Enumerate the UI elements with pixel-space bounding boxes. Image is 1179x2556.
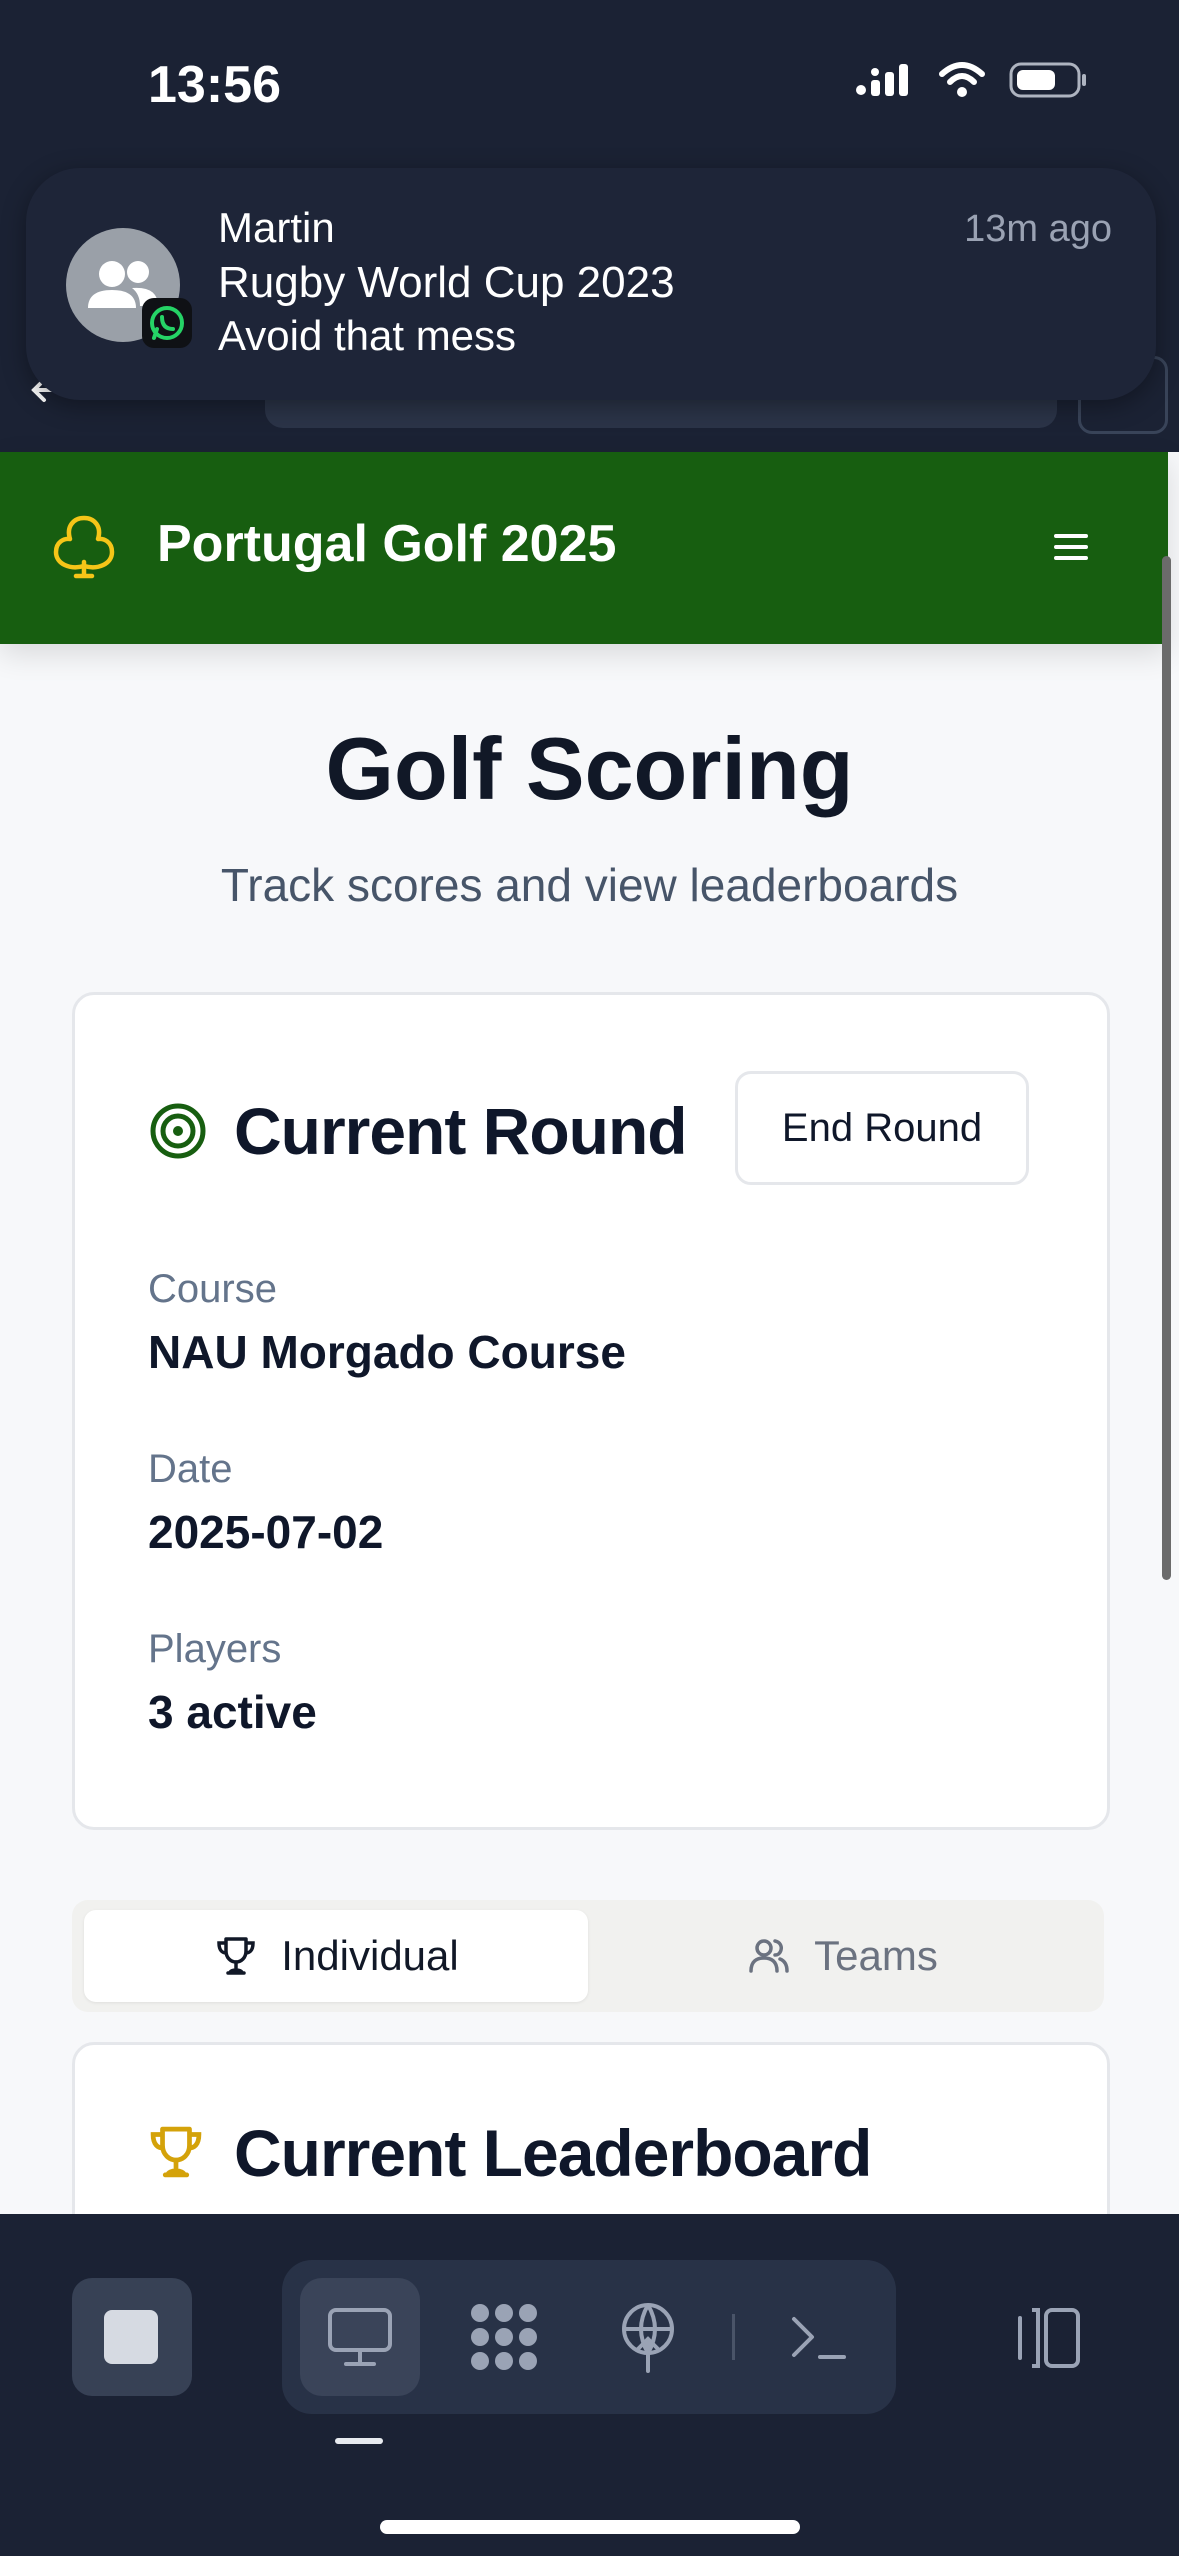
network-icon	[622, 2303, 674, 2373]
date-value: 2025-07-02	[148, 1506, 384, 1558]
bottom-dock	[0, 2214, 1179, 2556]
page-title: Golf Scoring	[325, 719, 854, 818]
active-indicator	[335, 2438, 383, 2444]
sidebar-icon[interactable]	[1008, 2306, 1088, 2370]
course-value: NAU Morgado Course	[148, 1326, 626, 1378]
course-label: Course	[148, 1267, 277, 1311]
status-icons	[855, 60, 1089, 100]
stop-button[interactable]	[72, 2278, 192, 2396]
trophy-icon	[150, 2126, 202, 2178]
dock-group	[282, 2260, 896, 2414]
users-icon	[749, 1939, 789, 1973]
cellular-signal-icon	[856, 64, 908, 96]
page-subtitle: Track scores and view leaderboards	[220, 859, 959, 911]
network-button[interactable]	[588, 2278, 708, 2396]
players-value: 3 active	[148, 1686, 317, 1738]
home-indicator[interactable]	[380, 2520, 800, 2534]
leaderboard-title: Current Leaderboard	[234, 2116, 872, 2190]
monitor-icon	[328, 2308, 392, 2366]
notification-title: Rugby World Cup 2023	[218, 258, 675, 307]
date-label: Date	[148, 1447, 233, 1491]
wifi-icon	[939, 62, 985, 97]
tab-individual[interactable]: Individual	[84, 1910, 588, 2002]
end-round-button[interactable]: End Round	[735, 1071, 1029, 1185]
status-time: 13:56	[148, 56, 281, 114]
hamburger-icon[interactable]	[1050, 526, 1092, 568]
scrollbar[interactable]	[1162, 556, 1171, 1580]
target-icon	[150, 1103, 206, 1159]
terminal-icon	[792, 2317, 846, 2359]
tab-individual-label: Individual	[281, 1932, 459, 1979]
terminal-button[interactable]	[758, 2278, 878, 2396]
battery-icon	[1009, 62, 1086, 98]
notification-sender: Martin	[218, 204, 335, 251]
whatsapp-icon	[142, 298, 192, 348]
stop-icon	[104, 2310, 158, 2364]
app-title[interactable]: Portugal Golf 2025	[157, 514, 616, 574]
leaderboard-tabs: Individual Teams	[72, 1900, 1104, 2012]
notification-body: Avoid that mess	[218, 312, 517, 359]
trophy-icon	[217, 1937, 256, 1975]
dock-separator	[732, 2314, 735, 2360]
notification-banner[interactable]: Martin Rugby World Cup 2023 Avoid that m…	[26, 168, 1156, 400]
tab-teams[interactable]: Teams	[592, 1910, 1092, 2002]
monitor-button[interactable]	[300, 2278, 420, 2396]
app-header: Portugal Golf 2025	[0, 452, 1168, 644]
current-round-card: Current Round End Round Course NAU Morga…	[72, 992, 1110, 1830]
current-round-title: Current Round	[234, 1094, 688, 1168]
apps-icon	[471, 2304, 537, 2370]
tab-teams-label: Teams	[814, 1932, 938, 1979]
players-label: Players	[148, 1627, 282, 1671]
apps-button[interactable]	[444, 2278, 564, 2396]
club-icon[interactable]	[48, 510, 120, 582]
notification-time: 13m ago	[964, 208, 1112, 250]
